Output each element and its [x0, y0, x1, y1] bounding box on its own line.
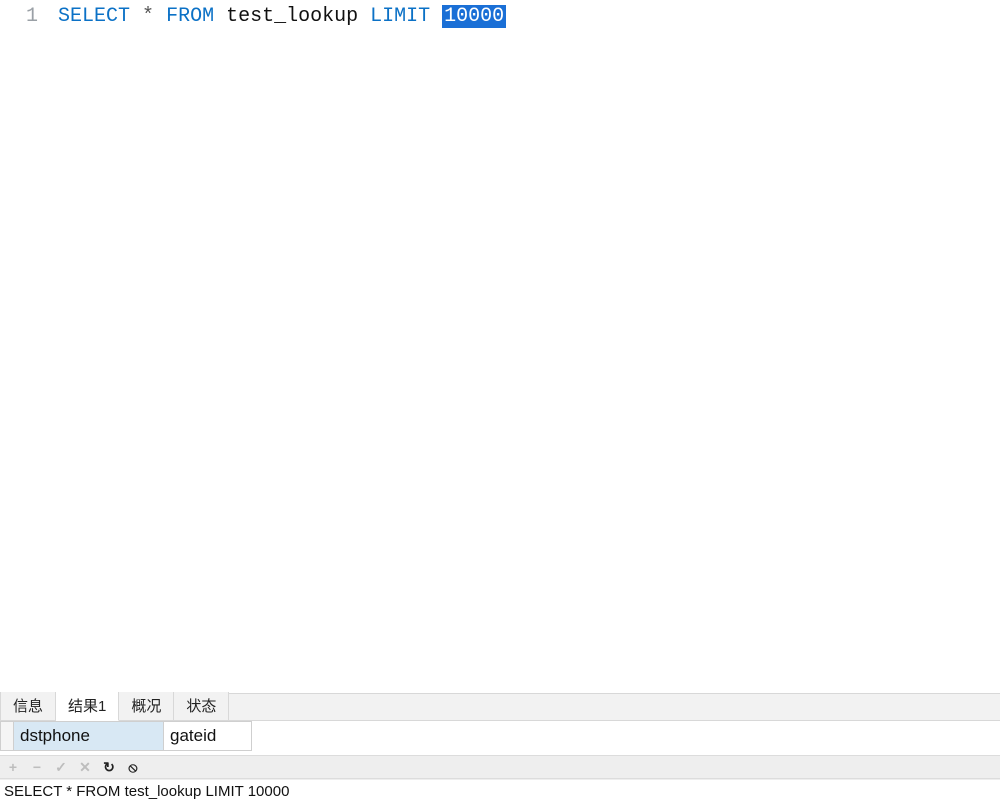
status-query-text: SELECT * FROM test_lookup LIMIT 10000 [4, 783, 289, 800]
column-header-gateid[interactable]: gateid [164, 721, 252, 751]
results-grid[interactable]: dstphone gateid [0, 721, 1000, 755]
keyword-from: FROM [166, 5, 214, 28]
column-header-dstphone[interactable]: dstphone [14, 721, 164, 751]
line-number: 1 [0, 4, 38, 30]
add-row-button[interactable]: + [6, 760, 20, 774]
select-star: * [142, 5, 154, 28]
code-area[interactable]: SELECT * FROM test_lookup LIMIT 10000 [48, 0, 506, 693]
table-name: test_lookup [226, 5, 358, 28]
tab-result1[interactable]: 结果1 [56, 692, 119, 721]
grid-header-row: dstphone gateid [0, 721, 1000, 751]
tab-profile[interactable]: 概况 [119, 692, 174, 720]
remove-row-button[interactable]: − [30, 760, 44, 774]
grid-corner[interactable] [0, 721, 14, 751]
tab-info[interactable]: 信息 [0, 692, 56, 720]
limit-value-selected[interactable]: 10000 [442, 5, 506, 28]
status-bar: SELECT * FROM test_lookup LIMIT 10000 [0, 779, 1000, 805]
refresh-button[interactable]: ↻ [102, 760, 116, 774]
stop-button[interactable]: ⦸ [126, 760, 140, 774]
results-tabs: 信息 结果1 概况 状态 [0, 693, 1000, 721]
keyword-limit: LIMIT [370, 5, 430, 28]
cancel-button[interactable]: ✕ [78, 760, 92, 774]
sql-editor[interactable]: 1 SELECT * FROM test_lookup LIMIT 10000 [0, 0, 1000, 693]
tab-status[interactable]: 状态 [174, 692, 229, 720]
apply-button[interactable]: ✓ [54, 760, 68, 774]
line-gutter: 1 [0, 0, 48, 693]
grid-toolbar: + − ✓ ✕ ↻ ⦸ [0, 755, 1000, 779]
keyword-select: SELECT [58, 5, 130, 28]
